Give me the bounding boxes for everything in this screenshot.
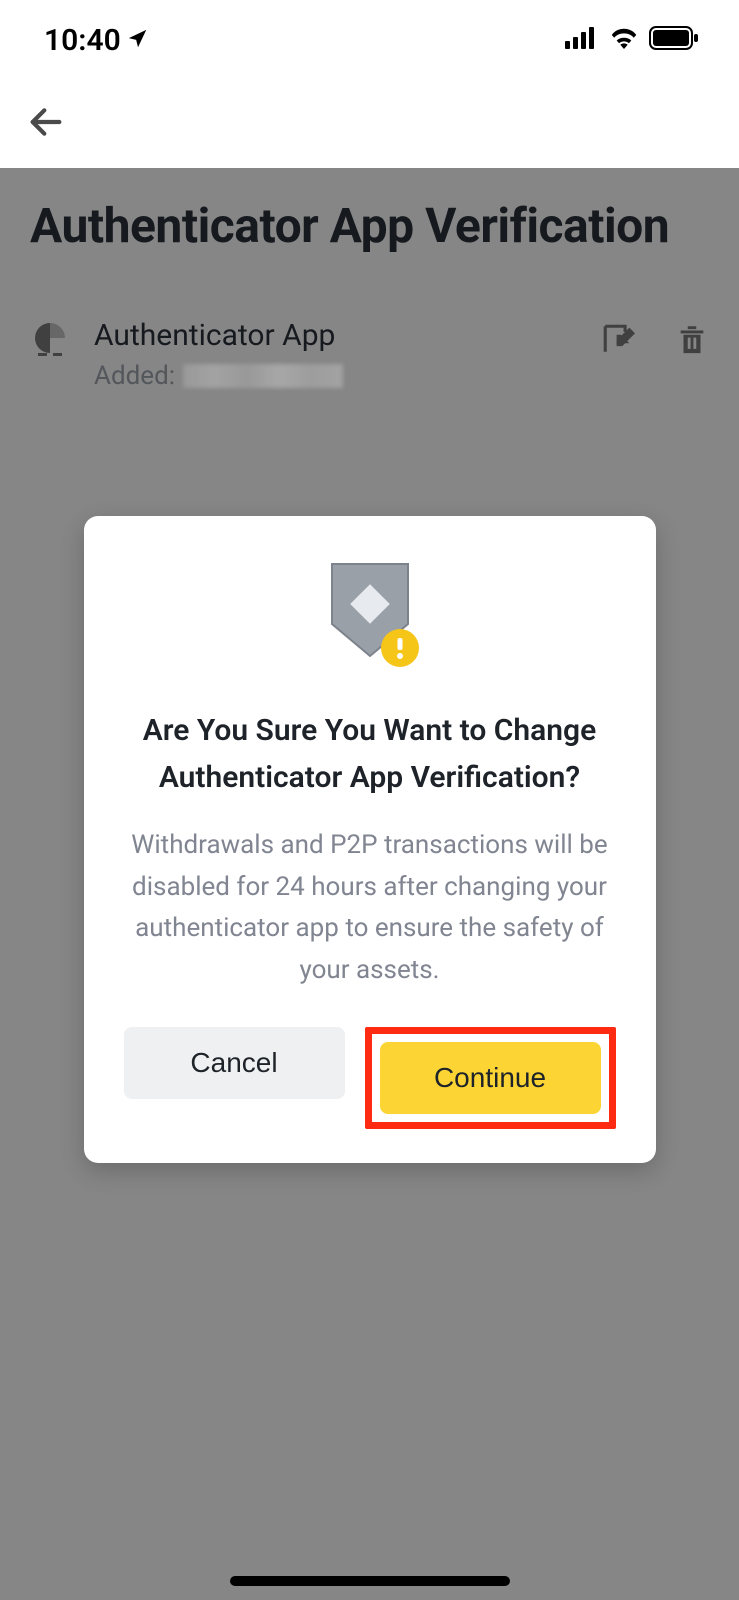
confirm-modal: Are You Sure You Want to Change Authenti… bbox=[84, 516, 656, 1163]
wifi-icon bbox=[609, 27, 639, 53]
modal-overlay: Are You Sure You Want to Change Authenti… bbox=[0, 168, 739, 1600]
status-bar: 10:40 bbox=[0, 0, 739, 80]
location-icon bbox=[127, 23, 149, 58]
status-time: 10:40 bbox=[44, 23, 121, 58]
continue-highlight: Continue bbox=[365, 1027, 616, 1129]
modal-body: Withdrawals and P2P transactions will be… bbox=[124, 825, 616, 991]
nav-bar bbox=[0, 80, 739, 168]
continue-button[interactable]: Continue bbox=[380, 1042, 601, 1114]
status-right bbox=[565, 26, 699, 54]
shield-warning-icon bbox=[124, 556, 616, 674]
back-button[interactable] bbox=[26, 102, 66, 146]
battery-icon bbox=[649, 26, 699, 54]
cellular-icon bbox=[565, 27, 599, 53]
content-area: Authenticator App Verification Authentic… bbox=[0, 168, 739, 1600]
home-indicator[interactable] bbox=[230, 1576, 510, 1586]
modal-title: Are You Sure You Want to Change Authenti… bbox=[124, 708, 616, 801]
status-left: 10:40 bbox=[44, 23, 149, 58]
modal-actions: Cancel Continue bbox=[124, 1027, 616, 1129]
cancel-button[interactable]: Cancel bbox=[124, 1027, 345, 1099]
